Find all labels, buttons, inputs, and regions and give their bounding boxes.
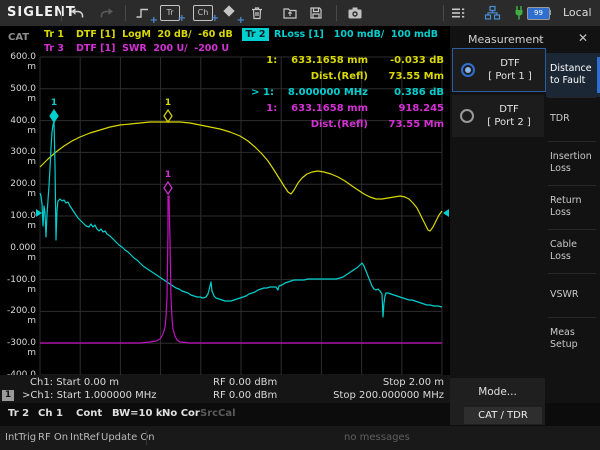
radio-selected-icon [461,63,475,77]
save-icon[interactable] [308,5,324,21]
marker-label: 1 [51,98,57,108]
redo-icon[interactable] [99,5,115,21]
toolbar: SIGLENT + Tr + Ch + + [0,0,600,26]
ch1-freq-start[interactable]: >Ch1: Start 1.000000 MHz [22,390,157,401]
add-trace-icon[interactable]: Tr + [160,5,180,21]
marker-readout-row: > 1: 8.000000 MHz0.386 dB [226,87,444,103]
marker-label: 1 [165,170,171,180]
menu-item-tdr[interactable]: TDR [546,97,600,141]
ch1-freq-stop[interactable]: Stop 200.000000 MHz [333,390,444,401]
active-channel-badge[interactable]: 1 [2,390,14,401]
add-channel-icon[interactable]: Ch + [193,5,213,21]
status-active-channel[interactable]: Ch 1 [38,408,63,419]
ch1-rf-power[interactable]: RF 0.00 dBm [213,377,277,388]
status-sweep-mode[interactable]: Cont [76,408,102,419]
status-srccal: SrcCal [200,408,236,419]
marker-readout-row: Dist.(Refl)73.55 Mm [226,119,444,135]
local-remote-button[interactable]: Local [563,6,592,19]
lan-network-icon [484,5,500,21]
ch1-distance-start[interactable]: Ch1: Start 0.00 m [30,377,119,388]
status-correction[interactable]: No Cor [162,408,200,419]
menu-item-insertion-loss[interactable]: Insertion Loss [546,141,600,185]
power-plug-icon [511,5,527,21]
graph-window: CAT Tr 1 DTF [1] LogM 20 dB/ -60 dB Tr 2… [0,26,450,403]
add-limit-line-icon[interactable]: + [135,5,151,21]
measurement-sidebar: Measurement ⌄ ✕ DTF[ Port 1 ] DTF[ Port … [450,26,600,403]
menu-item-return-loss[interactable]: Return Loss [546,185,600,229]
rf-output-indicator: RF On [38,432,68,443]
divider [146,431,147,445]
ch1-rf-power-2[interactable]: RF 0.00 dBm [213,390,277,401]
dtf-port2-option[interactable]: DTF[ Port 2 ] [452,95,544,137]
task-list-icon[interactable] [450,5,466,21]
marker-readout-row: 1: 633.1658 mm918.245 [226,103,444,119]
radio-unselected-icon [460,109,474,123]
reference-clock-indicator: IntRef [70,432,99,443]
undo-icon[interactable] [69,5,85,21]
menu-item-cable-loss[interactable]: Cable Loss [546,229,600,273]
reference-level-indicator [443,209,449,217]
marker-readout-row: 1: 633.1658 mm-0.033 dB [226,55,444,71]
screenshot-camera-icon[interactable] [347,5,363,21]
marker-readout-row: Dist.(Refl)73.55 Mm [226,71,444,87]
delete-icon[interactable] [249,5,265,21]
add-marker-icon[interactable]: + [222,5,238,21]
sidebar-title-dropdown[interactable]: Measurement [468,33,544,46]
marker-readouts: 1: 633.1658 mm-0.033 dB Dist.(Refl)73.55… [226,55,444,135]
siglent-logo: SIGLENT [7,5,76,20]
menu-item-vswr[interactable]: VSWR [546,273,600,317]
dtf-port1-option[interactable]: DTF[ Port 1 ] [452,48,546,92]
close-icon[interactable]: ✕ [578,31,588,45]
menu-item-distance-to-fault[interactable]: Distance to Fault [546,53,600,97]
toolbar-separator [443,5,444,21]
toolbar-separator [125,5,126,21]
chevron-down-icon[interactable]: ⌄ [536,33,544,44]
battery-tip [549,10,551,15]
status-bandwidth[interactable]: BW=10 k [112,408,163,419]
recall-file-icon[interactable] [282,5,298,21]
vna-screen: SIGLENT + Tr + Ch + + [0,0,600,450]
trigger-source-indicator: IntTrig [5,432,36,443]
battery-icon: 99 [527,7,550,20]
marker-label: 1 [165,98,171,108]
menu-item-meas-setup[interactable]: Meas Setup [546,317,600,361]
bottom-status-bar: IntTrig RF On IntRef Update On no messag… [0,426,600,450]
toolbar-separator [61,5,62,21]
stimulus-bar: Ch1: Start 0.00 m RF 0.00 dBm Stop 2.00 … [0,375,450,403]
status-active-trace[interactable]: Tr 2 [8,408,29,419]
cat-tdr-button[interactable]: CAT / TDR [464,407,542,424]
mode-button[interactable]: Mode... [450,386,545,398]
message-area: no messages [344,432,410,443]
toolbar-separator [336,5,337,21]
ch1-distance-stop[interactable]: Stop 2.00 m [383,377,444,388]
